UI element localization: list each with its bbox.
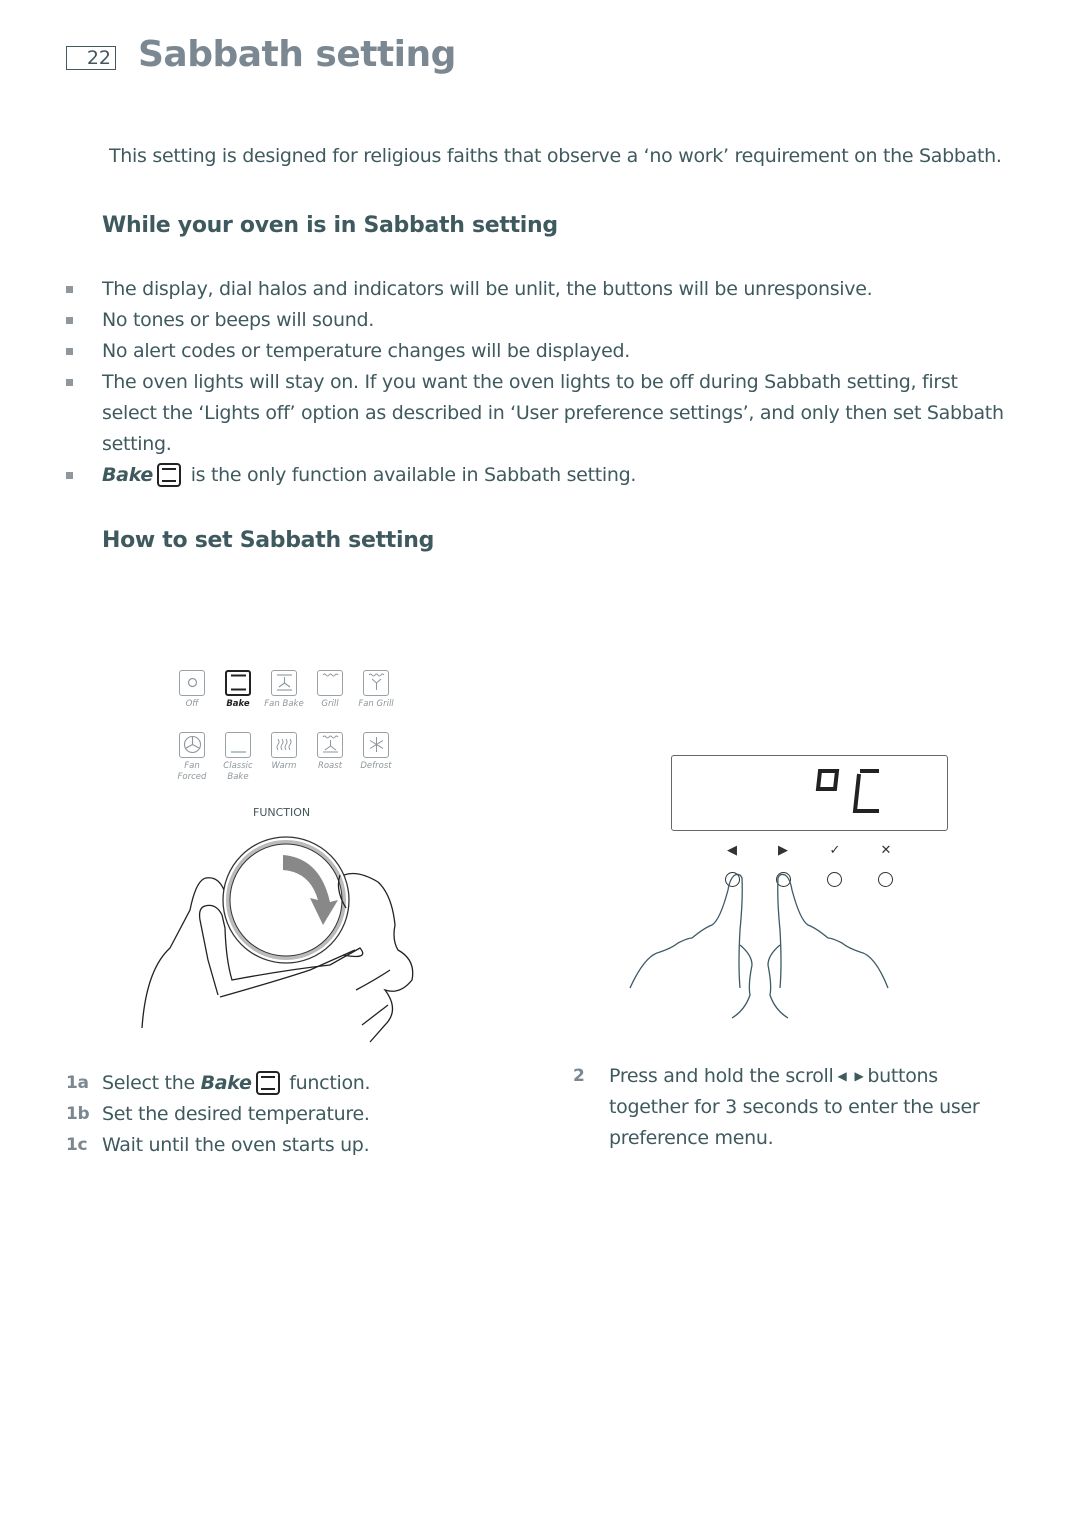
- bullet-icon: [66, 472, 73, 479]
- function-label: Classic Bake: [223, 761, 253, 782]
- list-item: The display, dial halos and indicators w…: [0, 274, 1040, 305]
- cancel-symbol: ✕: [880, 843, 892, 858]
- scroll-left-symbol: ◀: [727, 843, 737, 858]
- list-item: No alert codes or temperature changes wi…: [0, 336, 1040, 367]
- fan-forced-icon: [179, 732, 205, 758]
- step-text: Select the: [102, 1072, 195, 1094]
- warm-icon: [271, 732, 297, 758]
- list-item: The oven lights will stay on. If you wan…: [0, 367, 1040, 460]
- intro-text: This setting is designed for religious f…: [109, 145, 1002, 167]
- scroll-left-icon: ◀: [837, 1069, 847, 1083]
- function-classic-bake[interactable]: Classic Bake: [218, 732, 258, 783]
- step-number: 2: [573, 1066, 585, 1086]
- roast-icon: [317, 732, 343, 758]
- fingers-pressing-buttons-illustration: [629, 873, 889, 1019]
- function-label: Fan Forced: [177, 761, 207, 782]
- step-text: Press and hold the scroll: [609, 1065, 834, 1087]
- function-off[interactable]: Off: [172, 670, 212, 710]
- scroll-right-symbol: ▶: [778, 843, 788, 858]
- function-label: Fan Bake: [264, 699, 304, 709]
- off-icon: [179, 670, 205, 696]
- step-number: 1a: [66, 1073, 89, 1093]
- bullet-icon: [66, 317, 73, 324]
- step-number: 1b: [66, 1104, 90, 1124]
- function-label: Fan Grill: [358, 699, 394, 709]
- function-label: Warm: [271, 761, 297, 771]
- bullet-list: The display, dial halos and indicators w…: [0, 274, 1040, 491]
- function-fan-forced[interactable]: Fan Forced: [172, 732, 212, 783]
- display-degrees-celsius: [815, 769, 879, 813]
- confirm-symbol: ✓: [829, 843, 841, 858]
- oven-display: [671, 755, 948, 831]
- steps-1: 1a Select the Bake function. 1b Set the de…: [66, 1068, 371, 1161]
- bullet-text: is the only function available in Sabbat…: [190, 464, 637, 486]
- function-defrost[interactable]: Defrost: [356, 732, 396, 772]
- bullet-text: The oven lights will stay on. If you wan…: [102, 371, 1004, 455]
- function-bake[interactable]: Bake: [218, 670, 258, 710]
- function-label: Grill: [321, 699, 339, 709]
- step-text: Wait until the oven starts up.: [102, 1134, 370, 1156]
- hand-turning-dial-illustration: [141, 836, 414, 1043]
- grill-icon: [317, 670, 343, 696]
- function-label: Defrost: [360, 761, 392, 771]
- function-fan-bake[interactable]: Fan Bake: [264, 670, 304, 710]
- function-label: Off: [185, 699, 199, 709]
- page-number: 22: [66, 46, 116, 70]
- section-heading-how: How to set Sabbath setting: [102, 528, 435, 553]
- step-2-text: 2 Press and hold the scroll ◀ ▶ buttons toge…: [573, 1061, 1013, 1154]
- bullet-text: No alert codes or temperature changes wi…: [102, 340, 631, 362]
- step-text: together for 3 seconds to enter the user…: [609, 1096, 980, 1149]
- bullet-icon: [66, 379, 73, 386]
- function-warm[interactable]: Warm: [264, 732, 304, 772]
- defrost-icon: [363, 732, 389, 758]
- function-dial-label: FUNCTION: [253, 806, 311, 819]
- step-number: 1c: [66, 1135, 88, 1155]
- step-1b: 1b Set the desired temperature.: [66, 1099, 370, 1130]
- scroll-right-icon: ▶: [854, 1069, 864, 1083]
- step-2: 2 Press and hold the scroll ◀ ▶ buttons toge…: [573, 1061, 1013, 1154]
- function-label: Roast: [317, 761, 343, 771]
- step-text: Set the desired temperature.: [102, 1103, 370, 1125]
- bake-icon: [255, 1071, 280, 1095]
- bake-icon: [225, 670, 251, 696]
- bullet-text: The display, dial halos and indicators w…: [102, 278, 873, 300]
- function-label: Bake: [226, 699, 250, 709]
- fan-bake-icon: [271, 670, 297, 696]
- bake-word: Bake: [200, 1072, 252, 1094]
- fan-grill-icon: [363, 670, 389, 696]
- function-grill[interactable]: Grill: [310, 670, 350, 710]
- step-text: buttons: [867, 1065, 938, 1087]
- bake-word: Bake: [102, 464, 153, 486]
- step-1c: 1c Wait until the oven starts up.: [66, 1130, 370, 1161]
- list-item: Bake is the only function available in S…: [0, 460, 1040, 491]
- step-1a: 1a Select the Bake function.: [66, 1068, 371, 1099]
- function-roast[interactable]: Roast: [310, 732, 350, 772]
- classic-bake-icon: [225, 732, 251, 758]
- page-title: Sabbath setting: [138, 34, 456, 75]
- list-item: No tones or beeps will sound.: [0, 305, 1040, 336]
- function-fan-grill[interactable]: Fan Grill: [356, 670, 396, 710]
- bullet-text: No tones or beeps will sound.: [102, 309, 374, 331]
- bullet-icon: [66, 286, 73, 293]
- section-heading-while: While your oven is in Sabbath setting: [102, 213, 558, 238]
- bullet-icon: [66, 348, 73, 355]
- step-text: function.: [289, 1072, 371, 1094]
- bake-icon: [156, 463, 181, 487]
